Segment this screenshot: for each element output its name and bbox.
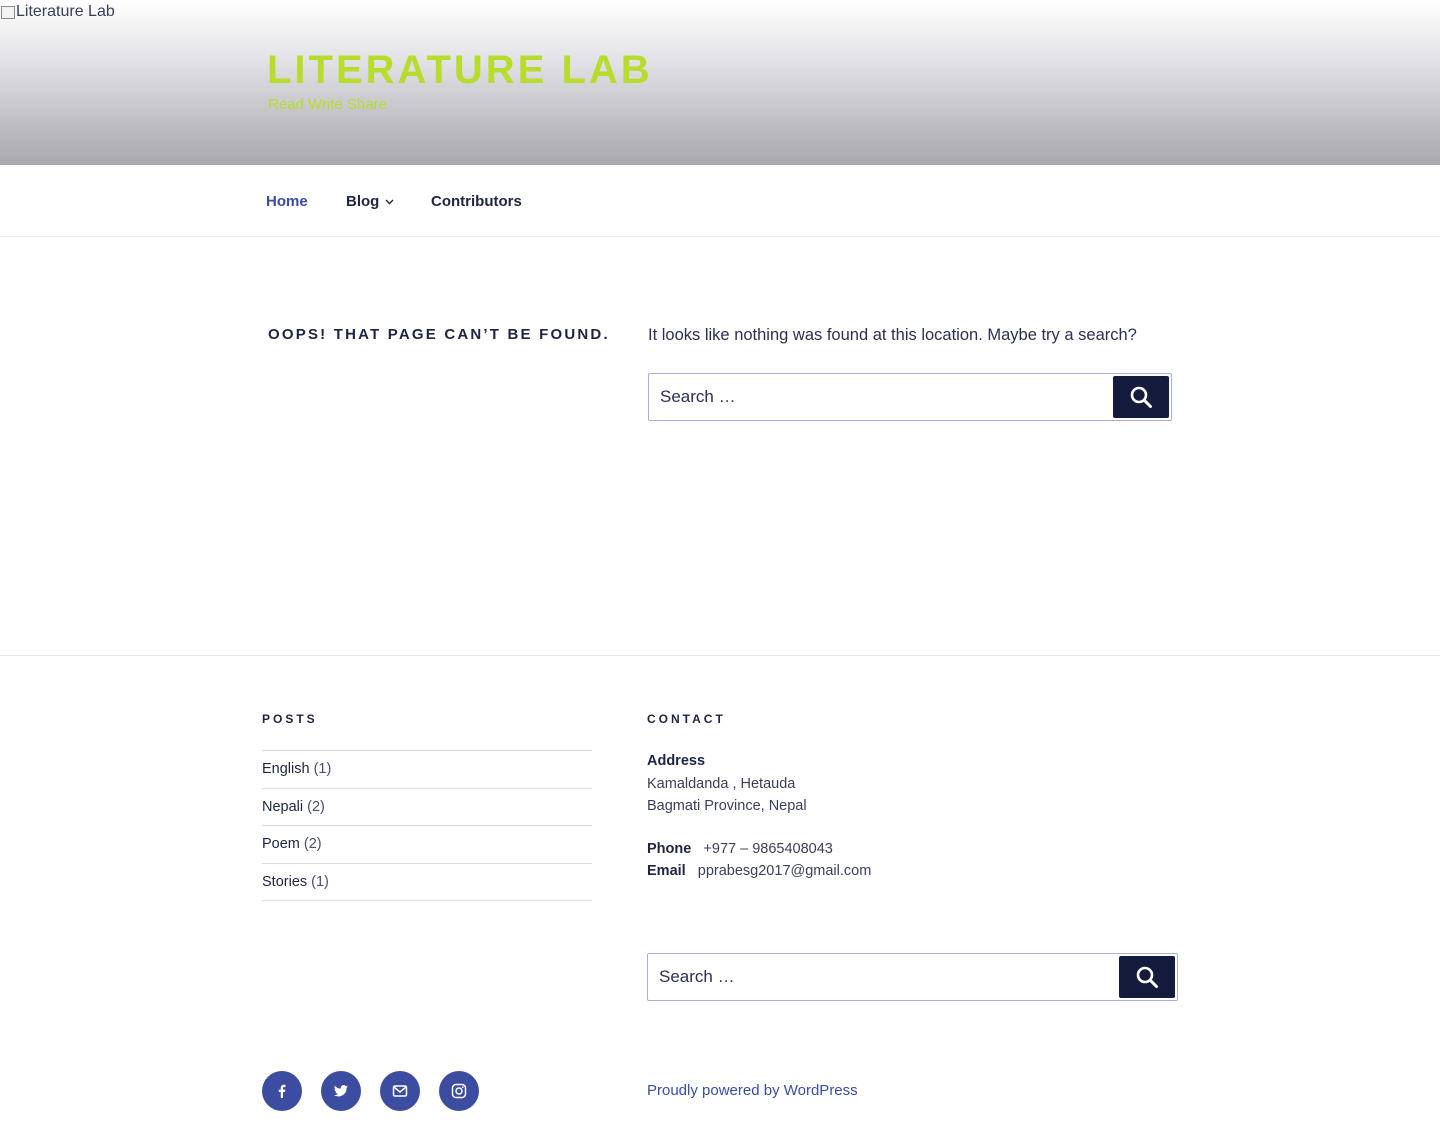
email-icon [392,1085,408,1097]
site-title[interactable]: Literature Lab [267,48,653,93]
category-link[interactable]: Nepali [262,799,303,815]
footer-search-input[interactable] [648,954,1177,1000]
footer-divider [0,655,1440,656]
contact-widget-title: Contact [647,712,726,726]
instagram-icon [451,1083,467,1099]
nav-item-contributors[interactable]: Contributors [431,193,522,210]
nav-item-home[interactable]: Home [266,193,308,210]
facebook-icon [278,1084,286,1098]
site-description: Read Write Share [268,96,387,113]
category-count: (1) [313,761,332,778]
search-input[interactable] [649,374,1171,420]
phone-value: +977 – 9865408043 [703,840,833,857]
nav-item-blog-label: Blog [346,193,380,210]
twitter-link[interactable] [321,1071,361,1111]
instagram-link[interactable] [439,1071,479,1111]
search-button[interactable] [1113,376,1169,418]
facebook-link[interactable] [262,1071,302,1111]
social-links [262,1071,479,1111]
footer-search-form [647,953,1178,1001]
not-found-message: It looks like nothing was found at this … [648,326,1137,344]
list-item: Nepali (2) [262,789,592,826]
footer-search-button[interactable] [1119,956,1175,998]
email-link[interactable] [380,1071,420,1111]
search-icon [1136,966,1158,988]
search-icon [1130,386,1152,408]
nav-item-blog[interactable]: Blog [346,193,394,210]
email-value: pprabesg2017@gmail.com [697,863,872,879]
category-link[interactable]: English [262,761,310,777]
chevron-down-icon [385,197,394,208]
site-header: Literature Lab Literature Lab Read Write… [0,0,1440,165]
phone-label: Phone [647,840,692,857]
header-image-alt-text: Literature Lab [16,3,115,20]
list-item: English (1) [262,751,592,789]
contact-info: Address Kamaldanda , Hetauda Bagmati Pro… [647,750,871,883]
main-navigation: Home Blog Contributors [0,165,1440,237]
category-count: (1) [311,873,329,890]
address-line-2: Bagmati Province, Nepal [647,798,807,814]
page-title: Oops! That page can’t be found. [268,326,610,343]
posts-widget-title: Posts [262,712,318,726]
list-item: Stories (1) [262,864,592,901]
category-count: (2) [303,836,322,853]
broken-image-icon [0,4,16,20]
content-search-form [648,373,1172,421]
category-link[interactable]: Poem [262,836,300,852]
header-image: Literature Lab [0,3,115,21]
powered-by-link[interactable]: Proudly powered by WordPress [647,1082,858,1099]
address-line-1: Kamaldanda , Hetauda [647,775,796,792]
category-list: English (1) Nepali (2) Poem (2) Stories … [262,750,592,901]
category-link[interactable]: Stories [262,874,307,890]
twitter-icon [334,1085,348,1097]
address-label: Address [647,753,706,769]
list-item: Poem (2) [262,826,592,864]
email-label: Email [647,863,686,879]
category-count: (2) [307,798,325,815]
